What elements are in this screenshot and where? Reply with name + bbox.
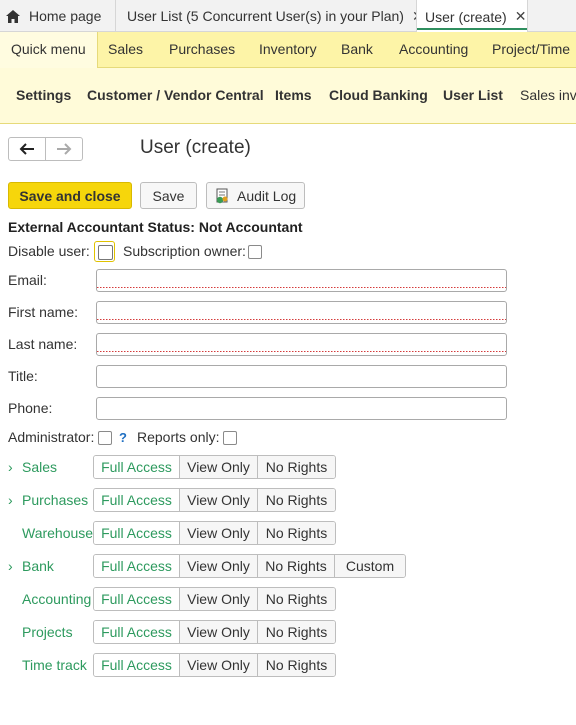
chevron-right-icon: › bbox=[8, 459, 13, 475]
menu-sales[interactable]: Sales bbox=[108, 32, 143, 68]
bank-view-only-button[interactable]: View Only bbox=[180, 555, 258, 577]
menu-project-time[interactable]: Project/Time bbox=[492, 32, 570, 68]
purchases-full-access-button[interactable]: Full Access bbox=[94, 489, 180, 511]
sales-no-rights-button[interactable]: No Rights bbox=[258, 456, 335, 478]
reports-only-label: Reports only: bbox=[137, 429, 220, 445]
menu-quick[interactable]: Quick menu bbox=[0, 32, 98, 68]
tab-home-page[interactable]: Home page bbox=[0, 0, 116, 32]
menu-bank[interactable]: Bank bbox=[341, 32, 373, 68]
tab-label: User (create) bbox=[425, 8, 507, 25]
time-track-view-only-button[interactable]: View Only bbox=[180, 654, 258, 676]
save-and-close-button[interactable]: Save and close bbox=[8, 182, 132, 209]
sales-view-only-button[interactable]: View Only bbox=[180, 456, 258, 478]
warehouse-full-access-button[interactable]: Full Access bbox=[94, 522, 180, 544]
audit-log-label: Audit Log bbox=[237, 187, 297, 204]
last-name-field[interactable] bbox=[96, 333, 507, 356]
home-icon bbox=[6, 9, 20, 23]
projects-rights-group: Full Access View Only No Rights bbox=[93, 620, 336, 644]
bank-custom-button[interactable]: Custom bbox=[335, 555, 405, 577]
module-sales[interactable]: › Sales bbox=[8, 459, 57, 475]
administrator-label: Administrator: bbox=[8, 429, 95, 445]
bank-full-access-button[interactable]: Full Access bbox=[94, 555, 180, 577]
purchases-rights-group: Full Access View Only No Rights bbox=[93, 488, 336, 512]
tab-user-list[interactable]: User List (5 Concurrent User(s) in your … bbox=[116, 0, 417, 32]
warehouse-rights-group: Full Access View Only No Rights bbox=[93, 521, 336, 545]
tab-label: User List (5 Concurrent User(s) in your … bbox=[127, 8, 404, 24]
reports-only-checkbox[interactable] bbox=[223, 431, 237, 445]
title-label: Title: bbox=[8, 368, 38, 384]
time-track-full-access-button[interactable]: Full Access bbox=[94, 654, 180, 676]
module-label: Purchases bbox=[22, 492, 89, 508]
submenu-cloud-banking[interactable]: Cloud Banking bbox=[329, 68, 428, 124]
accounting-no-rights-button[interactable]: No Rights bbox=[258, 588, 335, 610]
submenu-items[interactable]: Items bbox=[275, 68, 312, 124]
module-accounting: Accounting bbox=[22, 591, 92, 607]
menu-inventory[interactable]: Inventory bbox=[259, 32, 317, 68]
administrator-checkbox[interactable] bbox=[98, 431, 112, 445]
active-tab-indicator bbox=[417, 28, 527, 30]
menu-purchases[interactable]: Purchases bbox=[169, 32, 235, 68]
email-label: Email: bbox=[8, 272, 47, 288]
submenu-user-list[interactable]: User List bbox=[443, 68, 503, 124]
first-name-label: First name: bbox=[8, 304, 79, 320]
module-label: Sales bbox=[22, 459, 58, 475]
save-button[interactable]: Save bbox=[140, 182, 197, 209]
submenu-customer-vendor-central[interactable]: Customer / Vendor Central bbox=[87, 68, 264, 124]
sales-rights-group: Full Access View Only No Rights bbox=[93, 455, 336, 479]
sub-menu: Settings Customer / Vendor Central Items… bbox=[0, 68, 576, 124]
projects-full-access-button[interactable]: Full Access bbox=[94, 621, 180, 643]
projects-view-only-button[interactable]: View Only bbox=[180, 621, 258, 643]
audit-log-button[interactable]: Audit Log bbox=[206, 182, 305, 209]
projects-no-rights-button[interactable]: No Rights bbox=[258, 621, 335, 643]
close-icon[interactable]: ✕ bbox=[515, 8, 527, 25]
purchases-no-rights-button[interactable]: No Rights bbox=[258, 489, 335, 511]
tab-bar: Home page User List (5 Concurrent User(s… bbox=[0, 0, 576, 33]
disable-user-checkbox[interactable] bbox=[94, 241, 115, 262]
first-name-field[interactable] bbox=[96, 301, 507, 324]
forward-button[interactable] bbox=[46, 138, 82, 160]
tab-user-create[interactable]: User (create) ✕ bbox=[417, 0, 528, 33]
sales-full-access-button[interactable]: Full Access bbox=[94, 456, 180, 478]
audit-log-icon bbox=[216, 188, 228, 203]
page-title: User (create) bbox=[140, 137, 251, 158]
email-field[interactable] bbox=[96, 269, 507, 292]
arrow-left-icon bbox=[19, 143, 34, 155]
disable-user-label: Disable user: bbox=[8, 243, 90, 259]
back-button[interactable] bbox=[9, 138, 46, 160]
external-accountant-status: External Accountant Status: Not Accounta… bbox=[8, 219, 303, 235]
submenu-sales-invoices[interactable]: Sales inve bbox=[520, 68, 576, 124]
accounting-rights-group: Full Access View Only No Rights bbox=[93, 587, 336, 611]
main-menu: Quick menu Sales Purchases Inventory Ban… bbox=[0, 32, 576, 68]
arrow-right-icon bbox=[57, 143, 72, 155]
title-field[interactable] bbox=[96, 365, 507, 388]
subscription-owner-label: Subscription owner: bbox=[123, 243, 246, 259]
time-track-rights-group: Full Access View Only No Rights bbox=[93, 653, 336, 677]
chevron-right-icon: › bbox=[8, 558, 13, 574]
purchases-view-only-button[interactable]: View Only bbox=[180, 489, 258, 511]
bank-rights-group: Full Access View Only No Rights Custom bbox=[93, 554, 406, 578]
warehouse-no-rights-button[interactable]: No Rights bbox=[258, 522, 335, 544]
menu-accounting[interactable]: Accounting bbox=[399, 32, 468, 68]
tab-label: Home page bbox=[29, 8, 102, 24]
module-label: Bank bbox=[22, 558, 54, 574]
warehouse-view-only-button[interactable]: View Only bbox=[180, 522, 258, 544]
history-nav bbox=[8, 137, 83, 161]
chevron-right-icon: › bbox=[8, 492, 13, 508]
submenu-settings[interactable]: Settings bbox=[16, 68, 71, 124]
phone-field[interactable] bbox=[96, 397, 507, 420]
subscription-owner-checkbox[interactable] bbox=[248, 245, 262, 259]
accounting-full-access-button[interactable]: Full Access bbox=[94, 588, 180, 610]
last-name-label: Last name: bbox=[8, 336, 78, 352]
module-bank[interactable]: › Bank bbox=[8, 558, 54, 574]
module-purchases[interactable]: › Purchases bbox=[8, 492, 88, 508]
module-projects: Projects bbox=[22, 624, 73, 640]
module-time-track: Time track bbox=[22, 657, 87, 673]
bank-no-rights-button[interactable]: No Rights bbox=[258, 555, 335, 577]
phone-label: Phone: bbox=[8, 400, 53, 416]
time-track-no-rights-button[interactable]: No Rights bbox=[258, 654, 335, 676]
help-icon[interactable]: ? bbox=[119, 430, 127, 445]
accounting-view-only-button[interactable]: View Only bbox=[180, 588, 258, 610]
module-warehouse: Warehouse bbox=[22, 525, 94, 541]
